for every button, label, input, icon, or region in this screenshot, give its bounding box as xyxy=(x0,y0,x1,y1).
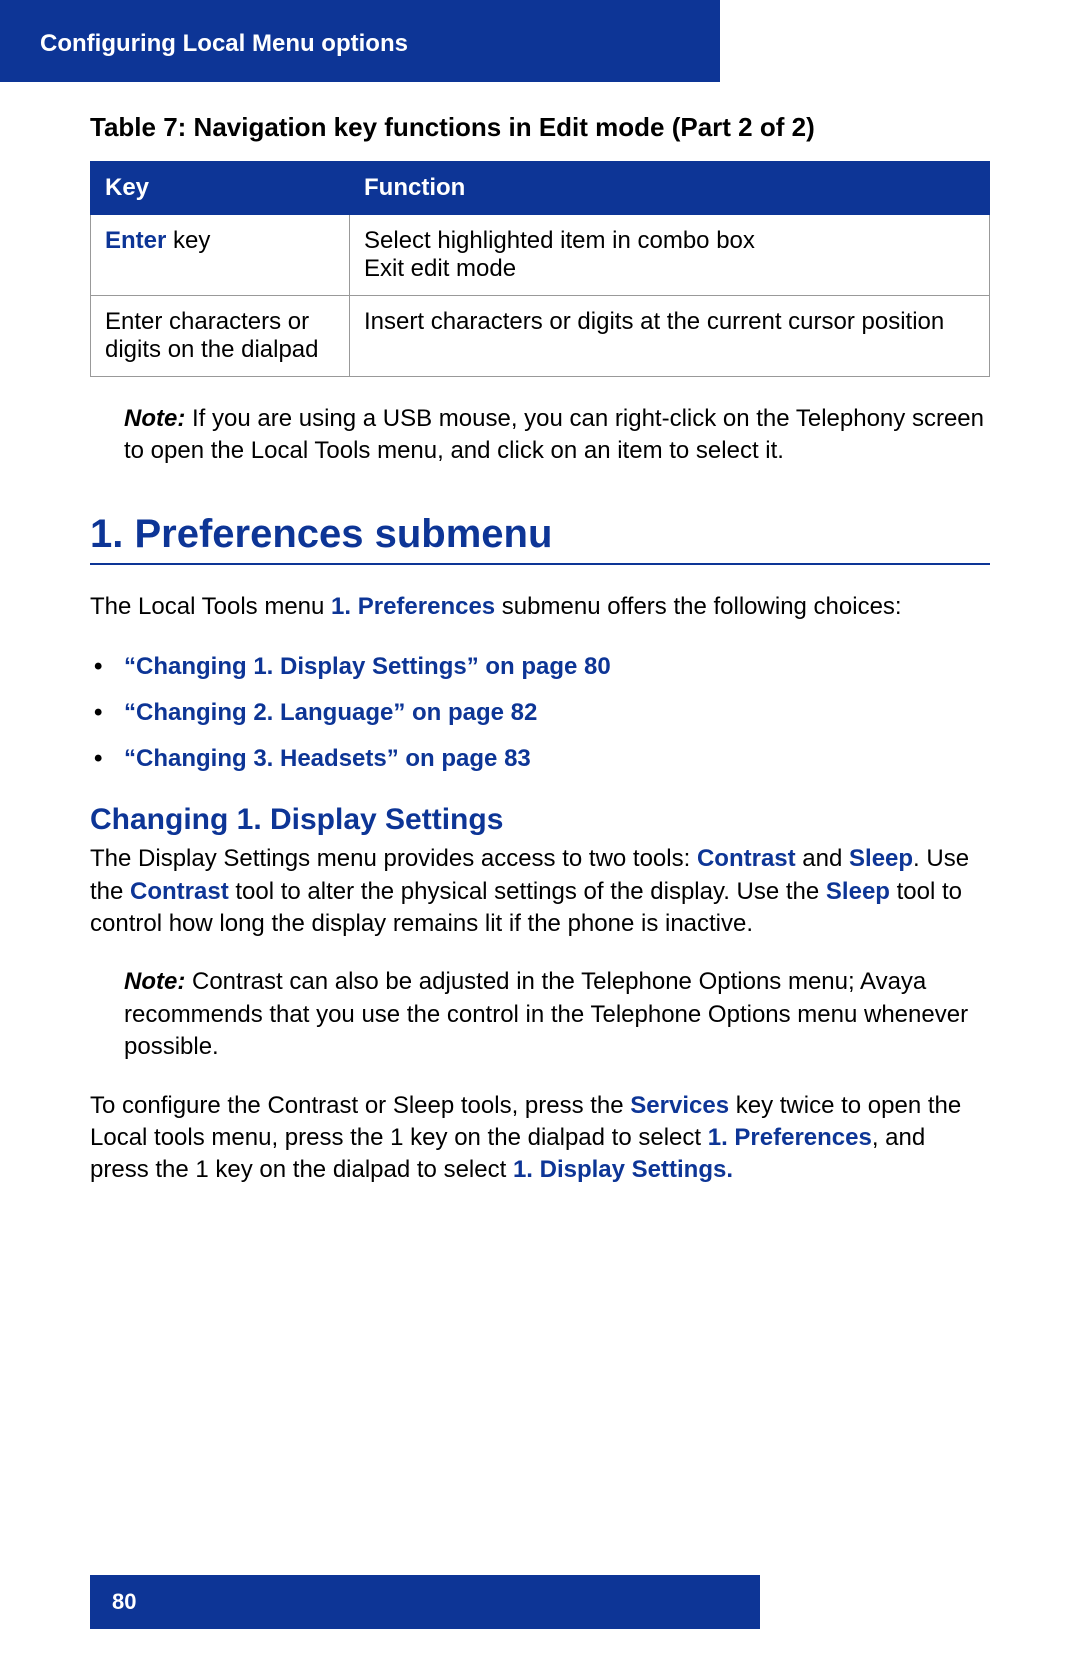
navigation-table: Key Function Enter key Select highlighte… xyxy=(90,161,990,377)
table-row: Enter characters or digits on the dialpa… xyxy=(91,296,990,377)
table-caption: Table 7: Navigation key functions in Edi… xyxy=(90,112,990,143)
dialpad-key-function: Insert characters or digits at the curre… xyxy=(350,296,990,377)
intro-emphasis: 1. Preferences xyxy=(331,593,495,620)
sleep-term: Sleep xyxy=(849,845,913,872)
contrast-term: Contrast xyxy=(697,845,796,872)
header-title: Configuring Local Menu options xyxy=(40,30,408,57)
dialpad-key-label: Enter characters or digits on the dialpa… xyxy=(91,296,350,377)
footer-band: 80 xyxy=(90,1575,760,1629)
p2-a: To configure the Contrast or Sleep tools… xyxy=(90,1092,630,1119)
link-headsets[interactable]: “Changing 3. Headsets” on page 83 xyxy=(90,745,990,773)
intro-pre: The Local Tools menu xyxy=(90,593,331,620)
note2-text: Contrast can also be adjusted in the Tel… xyxy=(124,968,968,1060)
p1-b: and xyxy=(796,845,849,872)
note-label: Note: xyxy=(124,405,185,432)
preferences-link-list: “Changing 1. Display Settings” on page 8… xyxy=(90,653,990,773)
note2-label: Note: xyxy=(124,968,185,995)
enter-key-function: Select highlighted item in combo box Exi… xyxy=(350,215,990,296)
table-row: Enter key Select highlighted item in com… xyxy=(91,215,990,296)
sleep-term-2: Sleep xyxy=(826,878,890,905)
contrast-term-2: Contrast xyxy=(130,878,229,905)
preferences-intro: The Local Tools menu 1. Preferences subm… xyxy=(90,591,990,623)
display-settings-term: 1. Display Settings. xyxy=(513,1156,733,1183)
link-language[interactable]: “Changing 2. Language” on page 82 xyxy=(90,699,990,727)
note-usb-mouse: Note: If you are using a USB mouse, you … xyxy=(124,403,990,468)
table-header-key: Key xyxy=(91,162,350,215)
intro-post: submenu offers the following choices: xyxy=(495,593,901,620)
p1-a: The Display Settings menu provides acces… xyxy=(90,845,697,872)
services-term: Services xyxy=(630,1092,729,1119)
header-band: Configuring Local Menu options xyxy=(0,0,720,82)
link-display-settings[interactable]: “Changing 1. Display Settings” on page 8… xyxy=(90,653,990,681)
enter-key-label: Enter xyxy=(105,227,166,254)
configure-paragraph: To configure the Contrast or Sleep tools… xyxy=(90,1090,990,1187)
preferences-submenu-heading: 1. Preferences submenu xyxy=(90,512,990,565)
display-settings-paragraph: The Display Settings menu provides acces… xyxy=(90,843,990,940)
preferences-term: 1. Preferences xyxy=(708,1124,872,1151)
note-contrast: Note: Contrast can also be adjusted in t… xyxy=(124,966,990,1063)
page-number: 80 xyxy=(112,1589,136,1614)
table-header-function: Function xyxy=(350,162,990,215)
page-content: Table 7: Navigation key functions in Edi… xyxy=(0,82,1080,1187)
display-settings-heading: Changing 1. Display Settings xyxy=(90,803,990,837)
note-text: If you are using a USB mouse, you can ri… xyxy=(124,405,984,464)
enter-key-rest: key xyxy=(166,227,210,254)
p1-d: tool to alter the physical settings of t… xyxy=(229,878,826,905)
